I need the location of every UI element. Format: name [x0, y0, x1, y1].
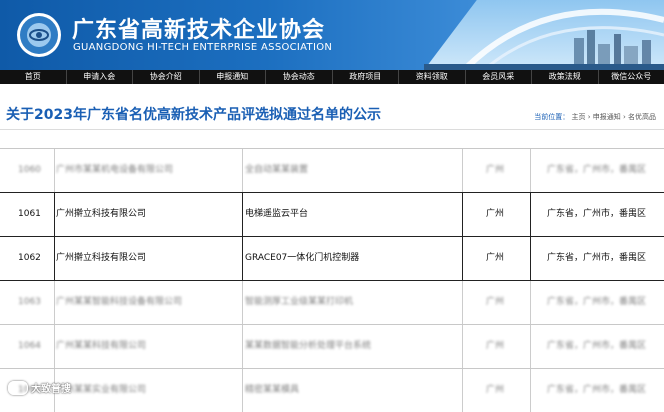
cell-region: 广东省，广州市，番禺区 [547, 369, 646, 412]
cell-company: 广州擀立科技有限公司 [56, 193, 146, 236]
cell-company: 广州某某智能科技设备有限公司 [56, 281, 182, 324]
cell-product: GRACE07一体化门机控制器 [245, 237, 359, 280]
cell-city: 广州 [486, 193, 504, 236]
cell-region: 广东省，广州市，番禺区 [547, 193, 646, 236]
table-row: 1060 广州市某某机电设备有限公司 全自动某某装置 广州 广东省，广州市，番禺… [0, 148, 664, 192]
cell-number: 1061 [18, 193, 41, 236]
cell-product: 精密某某模具 [245, 369, 299, 412]
table-row: 1063 广州某某智能科技设备有限公司 智能测厚工业级某某打印机 广州 广东省，… [0, 280, 664, 324]
nav-item-members[interactable]: 会员风采 [466, 70, 533, 84]
breadcrumb: 当前位置： 主页 › 申报通知 › 名优高品 [534, 112, 656, 122]
table-row: 1062 广州擀立科技有限公司 GRACE07一体化门机控制器 广州 广东省，广… [0, 236, 664, 280]
breadcrumb-item-notices[interactable]: 申报通知 [593, 113, 621, 121]
table-row: 1065 广州某某实业有限公司 精密某某模具 广州 广东省，广州市，番禺区 [0, 368, 664, 412]
table-row: 1064 广州某某科技有限公司 某某数据智能分析处理平台系统 广州 广东省，广州… [0, 324, 664, 368]
watermark: 大致普搜 [8, 380, 71, 395]
breadcrumb-label: 当前位置： [534, 113, 569, 121]
cell-city: 广州 [486, 325, 504, 368]
cell-region: 广东省，广州市，番禺区 [547, 281, 646, 324]
cell-product: 电梯遥监云平台 [245, 193, 308, 236]
skyline-illustration [424, 0, 664, 70]
cell-company: 广州擀立科技有限公司 [56, 237, 146, 280]
nav-item-policies[interactable]: 政策法规 [532, 70, 599, 84]
cell-city: 广州 [486, 149, 504, 192]
nav-item-wechat[interactable]: 微信公众号 [599, 70, 664, 84]
cell-product: 智能测厚工业级某某打印机 [245, 281, 353, 324]
cell-city: 广州 [486, 369, 504, 412]
nav-item-downloads[interactable]: 资料领取 [399, 70, 466, 84]
site-subtitle: GUANGDONG HI-TECH ENTERPRISE ASSOCIATION [73, 42, 332, 53]
nav-item-join[interactable]: 申请入会 [67, 70, 134, 84]
cell-number: 1064 [18, 325, 41, 368]
nav-item-about[interactable]: 协会介绍 [133, 70, 200, 84]
cell-number: 1063 [18, 281, 41, 324]
cell-product: 某某数据智能分析处理平台系统 [245, 325, 371, 368]
cell-city: 广州 [486, 281, 504, 324]
header-banner: 广东省高新技术企业协会 GUANGDONG HI-TECH ENTERPRISE… [0, 0, 664, 70]
cell-company: 广州某某科技有限公司 [56, 325, 146, 368]
nav-item-news[interactable]: 协会动态 [266, 70, 333, 84]
cell-region: 广东省，广州市，番禺区 [547, 325, 646, 368]
site-title: 广东省高新技术企业协会 [72, 12, 325, 44]
nav-item-home[interactable]: 首页 [0, 70, 67, 84]
breadcrumb-item-home[interactable]: 主页 [571, 113, 585, 121]
cell-region: 广东省，广州市，番禺区 [547, 237, 646, 280]
cell-number: 1062 [18, 237, 41, 280]
breadcrumb-item-current[interactable]: 名优高品 [628, 113, 656, 121]
cell-number: 1060 [18, 149, 41, 192]
table-row: 1061 广州擀立科技有限公司 电梯遥监云平台 广州 广东省，广州市，番禺区 [0, 192, 664, 236]
nav-item-notices[interactable]: 申报通知 [200, 70, 267, 84]
title-divider [0, 129, 664, 130]
cell-region: 广东省，广州市，番禺区 [547, 149, 646, 192]
main-nav: 首页 申请入会 协会介绍 申报通知 协会动态 政府项目 资料领取 会员风采 政策… [0, 70, 664, 84]
results-table: 1060 广州市某某机电设备有限公司 全自动某某装置 广州 广东省，广州市，番禺… [0, 148, 664, 412]
cell-product: 全自动某某装置 [245, 149, 308, 192]
cell-city: 广州 [486, 237, 504, 280]
watermark-logo-icon [8, 381, 28, 395]
association-logo[interactable] [16, 12, 62, 58]
cell-company: 广州市某某机电设备有限公司 [56, 149, 173, 192]
page-title: 关于2023年广东省名优高新技术产品评选拟通过名单的公示 [6, 104, 381, 124]
nav-item-gov-projects[interactable]: 政府项目 [333, 70, 400, 84]
watermark-text: 大致普搜 [31, 380, 71, 395]
